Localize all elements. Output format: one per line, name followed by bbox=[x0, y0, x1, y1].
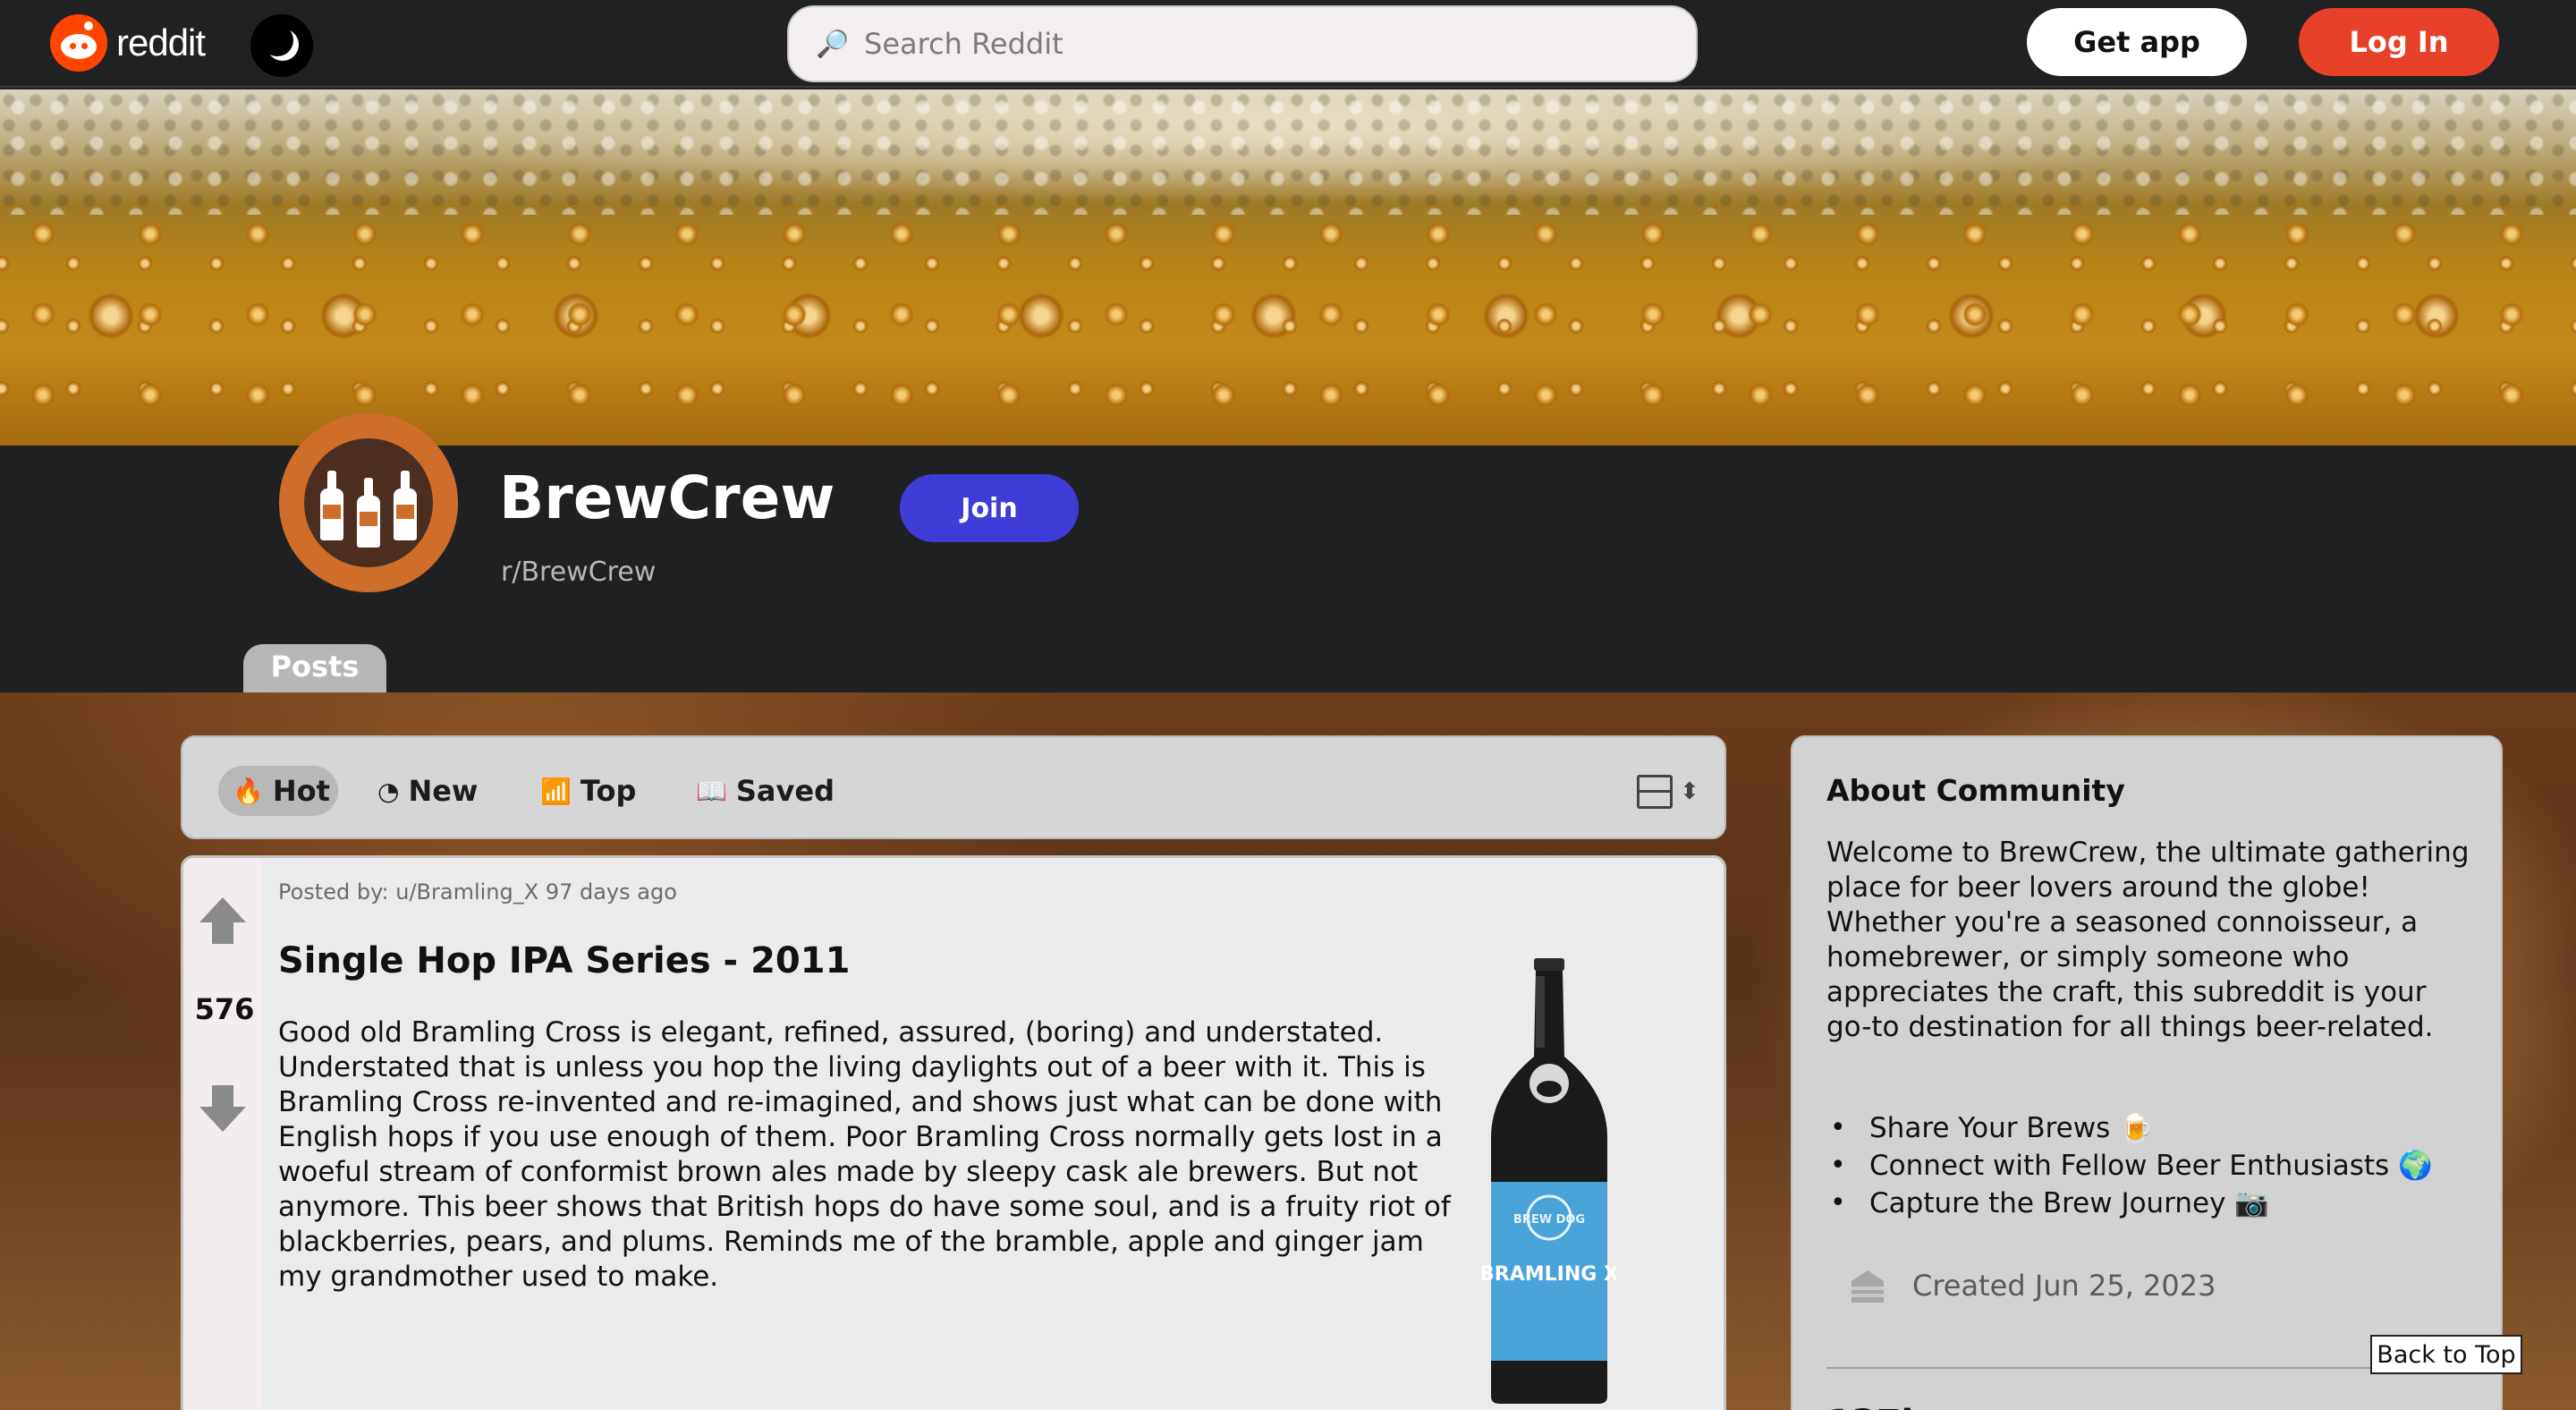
card-view-icon bbox=[1637, 775, 1673, 809]
logo-wordmark: reddit bbox=[116, 21, 206, 64]
beer-bottle-icon bbox=[394, 471, 417, 540]
up-down-arrows-icon: ⬍ bbox=[1680, 778, 1699, 805]
created-date-row: Created Jun 25, 2023 bbox=[1846, 1265, 2216, 1306]
reddit-alien-icon bbox=[50, 14, 107, 72]
list-item: Share Your Brews 🍺 bbox=[1830, 1109, 2433, 1147]
about-title: About Community bbox=[1826, 773, 2125, 808]
beer-bottle-icon bbox=[320, 471, 343, 540]
get-app-button[interactable]: Get app bbox=[2027, 8, 2247, 76]
sort-top-label: Top bbox=[580, 774, 637, 808]
list-item: Capture the Brew Journey 📷 bbox=[1830, 1185, 2433, 1222]
top-navigation-bar: reddit 🔎 Get app Log In bbox=[0, 0, 2576, 88]
search-input[interactable] bbox=[864, 27, 1651, 61]
reddit-logo[interactable]: reddit bbox=[50, 14, 206, 72]
about-feature-list: Share Your Brews 🍺 Connect with Fellow B… bbox=[1830, 1109, 2433, 1222]
search-icon: 🔎 bbox=[816, 28, 850, 60]
bottle-label-text: BRAMLING X bbox=[1482, 1263, 1616, 1286]
sort-top-button[interactable]: 📶 Top bbox=[540, 766, 636, 816]
vote-score: 576 bbox=[194, 992, 255, 1026]
join-button[interactable]: Join bbox=[900, 474, 1079, 542]
sort-new-label: New bbox=[408, 774, 479, 808]
created-date: Created Jun 25, 2023 bbox=[1912, 1269, 2216, 1303]
about-description: Welcome to BrewCrew, the ultimate gather… bbox=[1826, 837, 2470, 1043]
community-banner-image bbox=[0, 89, 2576, 446]
community-name: BrewCrew bbox=[499, 463, 835, 532]
login-button[interactable]: Log In bbox=[2299, 8, 2499, 76]
sort-hot-label: Hot bbox=[272, 774, 330, 808]
post-card[interactable]: 576 Posted by: u/Bramling_X 97 days ago … bbox=[181, 855, 1726, 1410]
back-to-top-button[interactable]: Back to Top bbox=[2370, 1335, 2522, 1374]
dark-mode-toggle-moon-icon[interactable] bbox=[250, 14, 313, 77]
chart-icon: 📶 bbox=[540, 776, 572, 806]
tab-posts[interactable]: Posts bbox=[243, 644, 386, 692]
post-meta: Posted by: u/Bramling_X 97 days ago bbox=[278, 879, 677, 905]
bottle-brand-text: BREW DOG bbox=[1513, 1213, 1585, 1227]
community-avatar bbox=[279, 413, 458, 592]
upvote-arrow-icon[interactable] bbox=[198, 896, 248, 946]
downvote-arrow-icon[interactable] bbox=[198, 1083, 248, 1134]
post-body: Good old Bramling Cross is elegant, refi… bbox=[278, 1016, 1451, 1293]
sort-saved-label: Saved bbox=[735, 774, 835, 808]
post-image-beer-bottle[interactable]: BREW DOG BRAMLING X bbox=[1482, 958, 1616, 1406]
search-bar[interactable]: 🔎 bbox=[787, 5, 1698, 82]
view-layout-toggle[interactable]: ⬍ bbox=[1637, 775, 1699, 811]
fire-icon: 🔥 bbox=[233, 776, 264, 806]
post-title[interactable]: Single Hop IPA Series - 2011 bbox=[278, 940, 850, 981]
community-handle: r/BrewCrew bbox=[501, 556, 657, 588]
member-count: 137k bbox=[1826, 1403, 1925, 1410]
sort-saved-button[interactable]: 📖 Saved bbox=[696, 766, 835, 816]
book-icon: 📖 bbox=[696, 776, 727, 806]
cake-icon bbox=[1852, 1270, 1884, 1303]
sort-hot-button[interactable]: 🔥 Hot bbox=[218, 766, 338, 816]
sort-new-button[interactable]: ◔ New bbox=[377, 766, 478, 816]
beer-bottle-icon bbox=[357, 478, 380, 548]
list-item: Connect with Fellow Beer Enthusiasts 🌍 bbox=[1830, 1147, 2433, 1185]
sort-bar: 🔥 Hot ◔ New 📶 Top 📖 Saved ⬍ bbox=[181, 735, 1726, 839]
about-community-card: About Community Welcome to BrewCrew, the… bbox=[1791, 735, 2503, 1410]
new-icon: ◔ bbox=[377, 776, 400, 806]
vote-column: 576 bbox=[183, 858, 262, 1410]
